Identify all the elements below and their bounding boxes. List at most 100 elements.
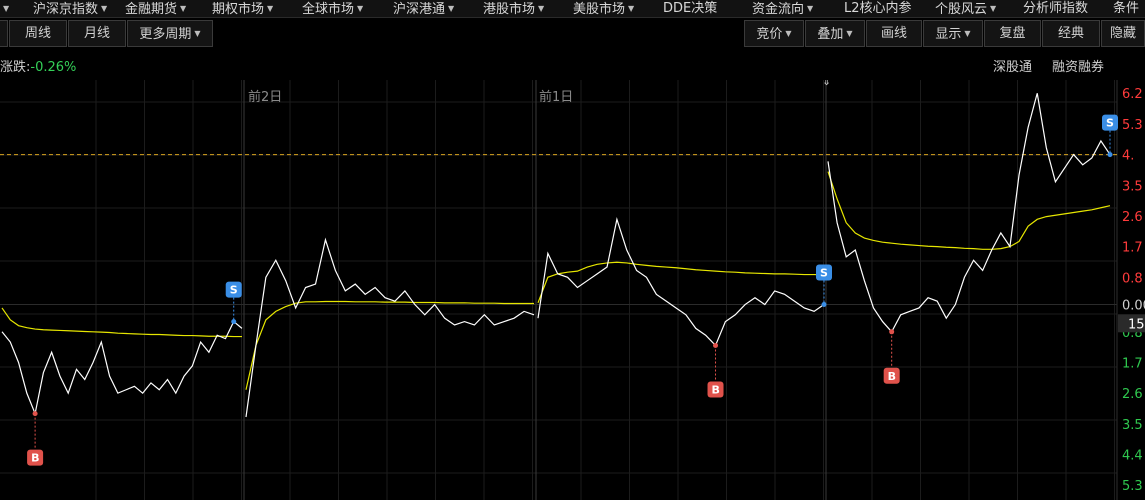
menu-item-8[interactable]: 资金流向 ▼ xyxy=(752,0,814,17)
y-tick-label: 4.4 xyxy=(1122,449,1143,464)
chevron-down-icon: ▼ xyxy=(807,4,814,13)
signal-badge-label: S xyxy=(230,284,238,297)
toolbar-right-button-3[interactable]: 显示 ▼ xyxy=(923,20,983,47)
signal-dot xyxy=(32,411,38,417)
toolbar-right-button-0[interactable]: 竞价 ▼ xyxy=(744,20,804,47)
price-line xyxy=(245,237,535,418)
button-label: 画线 xyxy=(880,26,907,41)
y-tick-label: 1.7 xyxy=(1122,241,1143,256)
signal-dot xyxy=(889,329,895,335)
chevron-down-icon: ▼ xyxy=(990,4,997,13)
menu-item-label: 资金流向 xyxy=(752,2,805,17)
menu-item-0[interactable]: 沪深京指数 ▼ xyxy=(33,0,108,17)
day-label: 前2日 xyxy=(248,89,282,105)
sell-signal-marker: S xyxy=(1102,114,1118,158)
menu-item-10[interactable]: 个股风云 ▼ xyxy=(935,0,997,17)
y-tick-label: 6.2 xyxy=(1122,87,1143,102)
button-label: 显示 xyxy=(935,27,962,42)
day-labels: 前2日 前1日 xyxy=(248,89,573,105)
menu-item-label: 全球市场 xyxy=(302,2,355,17)
signal-dot xyxy=(1107,152,1113,158)
y-tick-label: 0.8 xyxy=(1122,271,1143,286)
change-value: -0.26% xyxy=(30,60,77,75)
intraday-chart: 前2日前1日 6.25.34.3.52.61.70.80.000.81.72.6… xyxy=(0,80,1145,500)
y-tick-label: 4. xyxy=(1122,149,1134,164)
current-price-tag-label: 15 xyxy=(1128,317,1145,332)
menu-item-4[interactable]: 沪深港通 ▼ xyxy=(393,0,455,17)
toolbar-left-button-2[interactable]: 更多周期 ▼ xyxy=(127,20,213,47)
button-label: 竞价 xyxy=(756,27,783,42)
menu-item-5[interactable]: 港股市场 ▼ xyxy=(483,0,545,17)
toolbar-edge xyxy=(0,20,8,47)
menu-leading-caret[interactable]: ▼ xyxy=(0,0,9,17)
price-line xyxy=(1,320,243,416)
chevron-down-icon: ▼ xyxy=(194,29,201,38)
avg-price-line xyxy=(245,300,534,390)
change-label: 涨跌: xyxy=(0,60,31,75)
toolbar-right-button-5[interactable]: 经典 xyxy=(1042,20,1100,47)
menu-item-3[interactable]: 全球市场 ▼ xyxy=(302,0,364,17)
menu-item-label: 金融期货 xyxy=(125,2,178,17)
y-tick-label: 5.3 xyxy=(1122,479,1143,494)
signal-dot xyxy=(821,302,827,308)
menu-item-label: 沪深京指数 xyxy=(33,2,99,17)
button-label: 月线 xyxy=(83,26,110,41)
menu-item-6[interactable]: 美股市场 ▼ xyxy=(573,0,635,17)
toolbar-right-button-6[interactable]: 隐藏 xyxy=(1101,20,1145,47)
chevron-down-icon: ▼ xyxy=(267,4,274,13)
shenzhen-connect-link[interactable]: 深股通 xyxy=(993,56,1032,75)
menu-item-1[interactable]: 金融期货 ▼ xyxy=(125,0,186,17)
signal-badge-label: B xyxy=(31,452,39,465)
signal-dot xyxy=(231,319,237,325)
toolbar-right-button-1[interactable]: 叠加 ▼ xyxy=(805,20,865,47)
menu-item-7[interactable]: DDE决策 xyxy=(663,0,718,17)
y-tick-label: 3.5 xyxy=(1122,179,1143,194)
menu-item-label: DDE决策 xyxy=(663,1,718,16)
info-row: 涨跌:-0.26% 深股通 融资融券 xyxy=(0,53,1145,75)
menu-item-label: 分析师指数 xyxy=(1023,1,1089,16)
y-tick-label: 2.6 xyxy=(1122,387,1143,402)
signal-badge-label: B xyxy=(712,383,720,396)
signals: B S B S B S xyxy=(27,114,1118,466)
chevron-down-icon: ▼ xyxy=(538,4,545,13)
menu-item-label: 港股市场 xyxy=(483,2,536,17)
y-tick-label: 5.3 xyxy=(1122,118,1143,133)
toolbar-right-button-2[interactable]: 画线 xyxy=(866,20,922,47)
chart-grid xyxy=(0,80,1118,500)
menu-item-label: 个股风云 xyxy=(935,2,988,17)
menu-item-label: 沪深港通 xyxy=(393,2,446,17)
change-readout: 涨跌:-0.26% xyxy=(0,56,76,75)
signal-badge-label: S xyxy=(820,267,828,280)
menu-item-2[interactable]: 期权市场 ▼ xyxy=(212,0,274,17)
menu-item-9[interactable]: L2核心内参 xyxy=(844,0,912,17)
menu-item-label: 条件 xyxy=(1113,1,1140,16)
toolbar-left-button-1[interactable]: 月线 xyxy=(68,20,126,47)
toolbar-left-button-0[interactable]: 周线 xyxy=(9,20,67,47)
menu-item-11[interactable]: 分析师指数 xyxy=(1023,0,1089,17)
button-label: 经典 xyxy=(1057,26,1084,41)
buy-signal-marker: B xyxy=(27,411,44,466)
chevron-down-icon: ▼ xyxy=(448,4,455,13)
menu-item-label: 期权市场 xyxy=(212,2,265,17)
y-tick-label: 0.00 xyxy=(1122,299,1145,314)
menu-item-12[interactable]: 条件 xyxy=(1113,0,1140,17)
top-menu-bar: ▼ 沪深京指数 ▼ 金融期货 ▼ 期权市场 ▼ 全球市场 ▼ 沪深港通 ▼ 港股市场 ▼ 美股市场 ▼ DDE… xyxy=(0,0,1145,18)
chevron-down-icon: ▼ xyxy=(785,29,792,38)
y-tick-label: 1.7 xyxy=(1122,356,1143,371)
menu-item-label: 美股市场 xyxy=(573,2,626,17)
button-label: 周线 xyxy=(24,26,51,41)
chevron-down-icon: ▼ xyxy=(357,4,364,13)
buy-signal-marker: B xyxy=(707,342,724,398)
button-label: 叠加 xyxy=(817,27,844,42)
margin-trading-link[interactable]: 融资融券 xyxy=(1052,56,1104,75)
chart-toolbar: 周线 月线 更多周期 ▼ 竞价 ▼ 叠加 ▼ 画线 显示 ▼ 复盘 经典 隐藏 xyxy=(0,19,1145,49)
chevron-down-icon: ▼ xyxy=(964,29,971,38)
chevron-down-icon: ▼ xyxy=(101,4,108,13)
chevron-down-icon: ▼ xyxy=(628,4,635,13)
button-label: 复盘 xyxy=(999,26,1026,41)
chevron-down-icon: ▼ xyxy=(846,29,853,38)
y-tick-label: 3.5 xyxy=(1122,418,1143,433)
chart-lines xyxy=(1,93,1111,418)
toolbar-right-button-4[interactable]: 复盘 xyxy=(984,20,1041,47)
sell-signal-marker: S xyxy=(816,264,832,308)
